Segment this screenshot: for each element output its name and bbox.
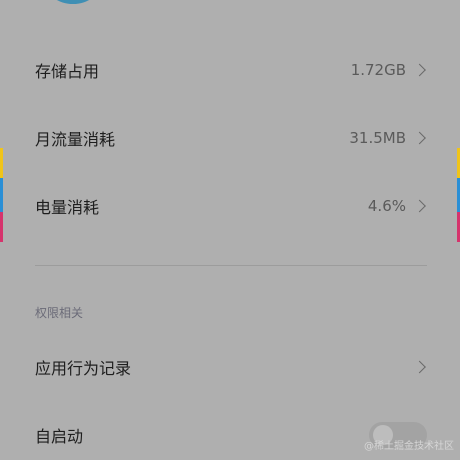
monthly-traffic-row[interactable]: 月流量消耗 31.5MB xyxy=(0,110,460,166)
watermark: @稀土掘金技术社区 xyxy=(364,441,454,452)
autostart-label: 自启动 xyxy=(35,427,84,446)
storage-usage-label: 存储占用 xyxy=(35,62,100,81)
monthly-traffic-value: 31.5MB xyxy=(349,129,406,147)
chevron-right-icon xyxy=(413,131,426,145)
battery-usage-label: 电量消耗 xyxy=(35,198,100,217)
storage-usage-value: 1.72GB xyxy=(350,61,406,79)
app-behavior-log-row[interactable]: 应用行为记录 xyxy=(0,339,460,395)
autostart-row[interactable]: 自启动 xyxy=(0,407,460,460)
permissions-section-title: 权限相关 xyxy=(35,306,84,320)
app-behavior-log-label: 应用行为记录 xyxy=(35,359,132,378)
section-divider xyxy=(35,265,427,266)
battery-usage-row[interactable]: 电量消耗 4.6% xyxy=(0,178,460,234)
chevron-right-icon xyxy=(413,360,426,374)
storage-usage-row[interactable]: 存储占用 1.72GB xyxy=(0,42,460,98)
battery-usage-value: 4.6% xyxy=(367,197,406,215)
monthly-traffic-label: 月流量消耗 xyxy=(35,130,116,149)
chevron-right-icon xyxy=(413,63,426,77)
app-icon xyxy=(45,0,101,4)
chevron-right-icon xyxy=(413,199,426,213)
